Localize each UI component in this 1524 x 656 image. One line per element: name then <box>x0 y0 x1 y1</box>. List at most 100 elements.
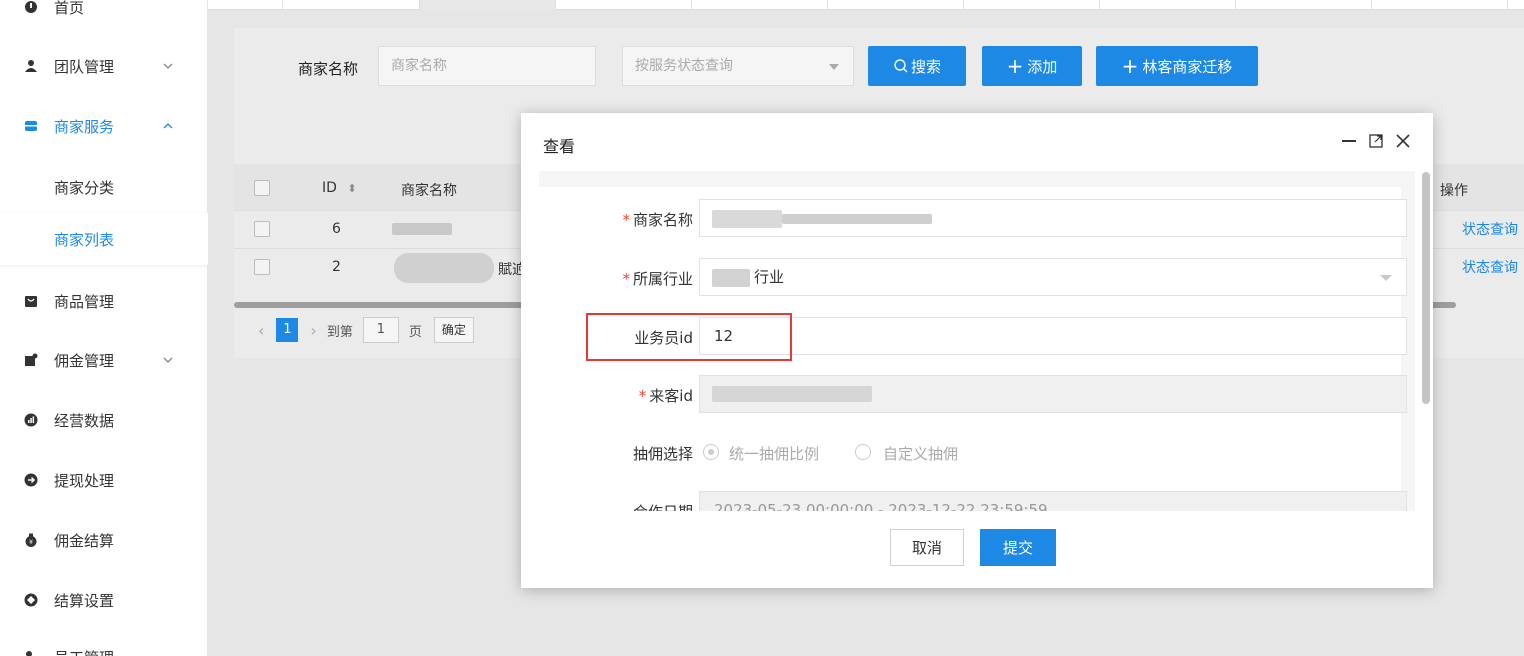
sort-icon: ⬍ <box>347 182 357 195</box>
redacted-value <box>712 210 782 228</box>
plus-icon: + <box>1121 54 1139 78</box>
sidebar-item-business-data[interactable]: 经营数据 <box>0 397 208 443</box>
migrate-button[interactable]: + 林客商家迁移 <box>1096 46 1258 86</box>
sidebar-item-merchant-category[interactable]: 商家分类 <box>0 164 208 210</box>
coop-date-field[interactable]: 2023-05-23 00:00:00 - 2023-12-22 23:59:5… <box>699 491 1407 511</box>
guest-id-field[interactable] <box>699 375 1407 413</box>
search-icon <box>894 59 908 73</box>
radio-custom-commission[interactable] <box>855 444 871 460</box>
header-merchant-name: 商家名称 <box>401 183 457 199</box>
money-bag-icon: ¥ <box>24 533 38 547</box>
unified-commission-label: 统一抽佣比例 <box>729 445 820 463</box>
dialog-scrollbar[interactable] <box>1422 172 1430 404</box>
merchant-name-input[interactable]: 商家名称 <box>378 46 596 86</box>
row-id: 6 <box>332 221 341 237</box>
sidebar-item-label: 经营数据 <box>54 411 115 430</box>
next-page-icon[interactable]: › <box>310 321 316 340</box>
sidebar-item-staff[interactable]: 员工管理 <box>0 634 208 656</box>
home-icon <box>24 0 38 14</box>
sidebar-item-label: 首页 <box>54 0 85 17</box>
page-unit: 页 <box>408 324 422 340</box>
industry-select[interactable]: 行业 <box>699 258 1407 296</box>
coop-date-label: 合作日期 <box>633 501 693 511</box>
merchant-name-label: * 商家名称 <box>622 211 693 229</box>
store-icon <box>24 119 38 133</box>
sidebar-item-label: 佣金结算 <box>54 531 115 550</box>
chart-icon <box>24 413 38 427</box>
tag-icon <box>24 353 38 367</box>
highlight-annotation-box <box>586 313 792 361</box>
redacted-name <box>394 253 494 283</box>
header-ops: 操作 <box>1440 183 1468 199</box>
add-button[interactable]: + 添加 <box>982 46 1082 86</box>
sidebar-item-withdraw[interactable]: 提现处理 <box>0 457 208 503</box>
status-query-link[interactable]: 状态查询 <box>1462 219 1518 239</box>
plus-icon: + <box>1006 54 1024 78</box>
search-bar: 商家名称 商家名称 按服务状态查询 搜索 + 添加 + 林客商家迁移 <box>234 28 1524 110</box>
search-label: 商家名称 <box>298 60 359 78</box>
guest-id-label: * 来客id <box>638 387 693 405</box>
sidebar-item-team[interactable]: 团队管理 <box>0 43 208 89</box>
sidebar-item-label: 员工管理 <box>54 647 114 656</box>
sidebar-item-home[interactable]: 首页 <box>0 0 208 30</box>
row-checkbox[interactable] <box>254 221 270 237</box>
pagination: ‹ 1 › 到第 1 页 确定 <box>258 316 474 344</box>
sidebar-item-label: 商家服务 <box>54 117 115 136</box>
migrate-button-label: 林客商家迁移 <box>1142 57 1233 76</box>
sidebar-item-label: 商品管理 <box>54 292 115 311</box>
sidebar: 首页 团队管理 商家服务 商家分类 商家列表 商品管理 佣金管理 经营数据 提现… <box>0 0 208 656</box>
chevron-down-icon <box>162 60 174 72</box>
search-button[interactable]: 搜索 <box>868 46 966 86</box>
page-current[interactable]: 1 <box>276 318 299 342</box>
staff-icon <box>24 650 38 656</box>
chevron-down-icon <box>162 354 174 366</box>
sidebar-item-label: 商家分类 <box>54 178 115 197</box>
svg-text:¥: ¥ <box>29 539 33 546</box>
radio-unified-commission[interactable] <box>703 444 719 460</box>
sidebar-item-label: 商家列表 <box>54 230 115 249</box>
custom-commission-label: 自定义抽佣 <box>883 445 959 463</box>
status-query-link[interactable]: 状态查询 <box>1462 257 1518 277</box>
arrow-circle-icon <box>24 473 38 487</box>
close-icon[interactable] <box>1393 131 1413 151</box>
salesman-id-field[interactable]: 12 <box>699 317 1407 355</box>
minimize-icon[interactable] <box>1339 131 1359 151</box>
header-id-label: ID <box>322 180 337 196</box>
dialog-title: 查看 <box>543 137 576 156</box>
maximize-icon[interactable] <box>1366 131 1386 151</box>
sidebar-item-commission[interactable]: 佣金管理 <box>0 337 208 383</box>
goto-label: 到第 <box>326 324 353 340</box>
merchant-name-field[interactable] <box>699 199 1407 237</box>
row-checkbox[interactable] <box>254 259 270 275</box>
add-button-label: 添加 <box>1027 57 1058 76</box>
select-all-checkbox[interactable] <box>254 180 270 196</box>
top-table-strip <box>208 0 1524 10</box>
redacted-value <box>782 214 932 224</box>
sidebar-item-label: 团队管理 <box>54 57 115 76</box>
sidebar-item-settlement[interactable]: ¥ 佣金结算 <box>0 517 208 563</box>
industry-value: 行业 <box>754 268 785 286</box>
sidebar-item-merchant-service[interactable]: 商家服务 <box>0 103 208 149</box>
page-input[interactable]: 1 <box>362 317 399 343</box>
commission-label: 抽佣选择 <box>632 445 693 463</box>
sidebar-item-settlement-settings[interactable]: 结算设置 <box>0 577 208 623</box>
bag-icon <box>24 294 38 308</box>
caret-down-icon <box>1380 275 1392 281</box>
chevron-up-icon <box>162 120 174 132</box>
diamond-icon <box>24 593 38 607</box>
status-select[interactable]: 按服务状态查询 <box>622 46 854 86</box>
prev-page-icon[interactable]: ‹ <box>258 321 264 340</box>
submit-button[interactable]: 提交 <box>980 529 1056 566</box>
dialog-footer: 取消 提交 <box>521 511 1433 588</box>
caret-down-icon <box>829 64 839 70</box>
cancel-button[interactable]: 取消 <box>890 529 964 566</box>
user-icon <box>24 59 38 73</box>
page-confirm-button[interactable]: 确定 <box>433 317 474 343</box>
row-id: 2 <box>332 259 341 275</box>
header-id[interactable]: ID ⬍ <box>322 180 357 196</box>
sidebar-item-merchant-list[interactable]: 商家列表 <box>0 213 208 265</box>
redacted-value <box>712 269 750 287</box>
industry-label: * 所属行业 <box>622 270 693 288</box>
sidebar-item-goods[interactable]: 商品管理 <box>0 278 208 324</box>
sidebar-item-label: 提现处理 <box>54 471 115 490</box>
